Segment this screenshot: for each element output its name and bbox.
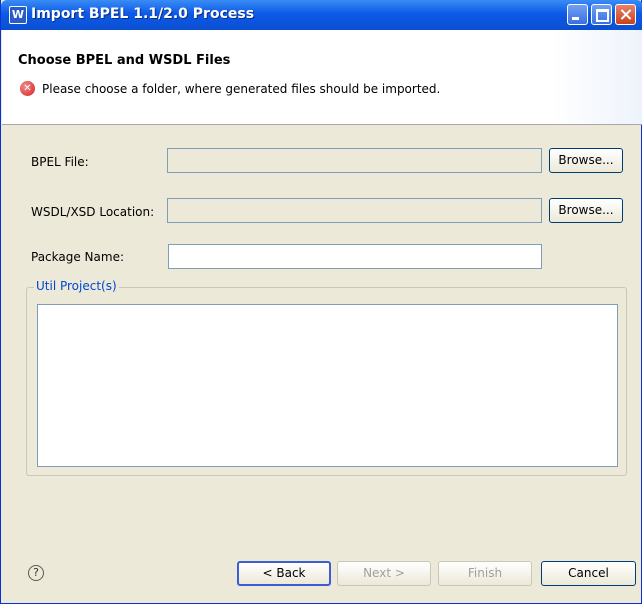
close-button[interactable] [615, 4, 636, 25]
app-icon: W [9, 6, 27, 24]
bpel-file-field[interactable] [167, 148, 542, 173]
finish-button[interactable]: Finish [438, 561, 532, 586]
title-bar[interactable]: W Import BPEL 1.1/2.0 Process [1, 0, 642, 30]
maximize-button[interactable] [591, 4, 612, 25]
cancel-button[interactable]: Cancel [541, 561, 636, 586]
error-icon: ✕ [20, 81, 35, 96]
import-dialog: W Import BPEL 1.1/2.0 Process Choose BPE… [0, 0, 642, 604]
bpel-file-label: BPEL File: [31, 155, 89, 169]
bpel-browse-button[interactable]: Browse... [549, 148, 623, 173]
package-name-input[interactable] [168, 244, 542, 269]
util-projects-list[interactable] [37, 304, 618, 467]
help-icon[interactable]: ? [28, 565, 44, 581]
wsdl-location-label: WSDL/XSD Location: [31, 205, 155, 219]
window-title: Import BPEL 1.1/2.0 Process [31, 6, 255, 22]
util-projects-legend: Util Project(s) [34, 279, 119, 293]
header-banner-graphic [552, 30, 642, 124]
wizard-header: Choose BPEL and WSDL Files ✕ Please choo… [2, 30, 642, 125]
minimize-button[interactable] [567, 4, 588, 25]
next-button[interactable]: Next > [337, 561, 431, 586]
back-button[interactable]: < Back [237, 561, 331, 586]
error-message: Please choose a folder, where generated … [42, 82, 441, 96]
package-name-label: Package Name: [31, 250, 124, 264]
page-title: Choose BPEL and WSDL Files [18, 53, 231, 68]
wsdl-browse-button[interactable]: Browse... [549, 198, 623, 223]
wsdl-location-field[interactable] [167, 198, 542, 223]
